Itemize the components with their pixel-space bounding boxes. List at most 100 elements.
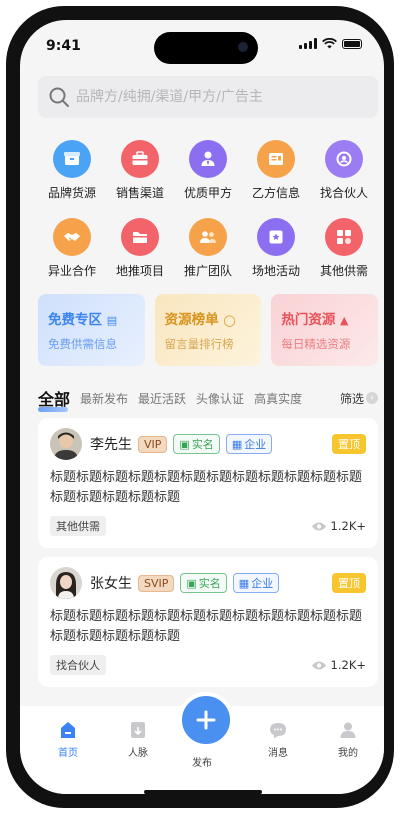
category-brand-supply[interactable]: 品牌货源 bbox=[38, 140, 106, 208]
plus-icon bbox=[196, 710, 216, 730]
bottom-tab-bar: 首页 人脉 发布 消息 我的 bbox=[20, 692, 384, 794]
contacts-icon bbox=[131, 722, 145, 738]
tab-all[interactable]: 全部 bbox=[38, 386, 70, 412]
eye-icon bbox=[311, 522, 326, 530]
fire-icon: ▲ bbox=[340, 314, 349, 327]
category-venue-events[interactable]: 场地活动 bbox=[242, 218, 310, 286]
category-label: 乙方信息 bbox=[251, 186, 300, 200]
vip-badge: VIP bbox=[138, 435, 168, 453]
post-card[interactable]: 李先生 VIP ▣ 实名 ▦ 企业 置顶 标题标题标题标题标题标题标题标题标题标题标… bbox=[38, 418, 378, 548]
publish-label: 发布 bbox=[192, 758, 212, 769]
category-ground-promotion[interactable]: 地推项目 bbox=[106, 218, 174, 286]
category-quality-client[interactable]: 优质甲方 bbox=[174, 140, 242, 208]
view-count-value: 1.2K+ bbox=[330, 658, 366, 672]
folder-icon bbox=[121, 218, 159, 256]
view-count: 1.2K+ bbox=[311, 519, 366, 533]
status-bar: 9:41 bbox=[20, 20, 384, 66]
category-label: 地推项目 bbox=[115, 264, 164, 278]
tab-avatar-verified[interactable]: 头像认证 bbox=[196, 390, 244, 407]
id-card-icon bbox=[257, 140, 295, 178]
tab-home[interactable]: 首页 bbox=[38, 720, 98, 759]
tab-label: 我的 bbox=[338, 748, 358, 759]
verified-badge: ▣ 实名 bbox=[180, 573, 227, 593]
avatar[interactable] bbox=[50, 567, 82, 599]
handshake-icon bbox=[53, 218, 91, 256]
home-icon bbox=[61, 722, 75, 738]
filter-button[interactable]: 筛选 › bbox=[340, 390, 378, 407]
tab-recent-active[interactable]: 最近活跃 bbox=[138, 390, 186, 407]
card-title-row: 资源榜单 ◯ bbox=[165, 308, 252, 328]
post-title: 标题标题标题标题标题标题标题标题标题标题标题标题标题标题标题标题标题 bbox=[50, 470, 363, 505]
camera-icon bbox=[238, 42, 248, 52]
hot-resource-card[interactable]: 热门资源 ▲ 每日精选资源 bbox=[271, 294, 379, 366]
post-footer: 其他供需 1.2K+ bbox=[50, 516, 366, 536]
category-party-b-info[interactable]: 乙方信息 bbox=[242, 140, 310, 208]
apps-icon bbox=[325, 218, 363, 256]
tab-high-authenticity[interactable]: 高真实度 bbox=[254, 390, 302, 407]
enterprise-badge: ▦ 企业 bbox=[225, 434, 273, 454]
tab-network[interactable]: 人脉 bbox=[108, 720, 168, 759]
enterprise-label: 企业 bbox=[244, 438, 267, 451]
search-bar[interactable] bbox=[38, 76, 378, 118]
publish-button[interactable] bbox=[178, 692, 234, 748]
category-label: 优质甲方 bbox=[183, 186, 232, 200]
post-header: 张女生 SVIP ▣ 实名 ▦ 企业 置顶 bbox=[50, 567, 366, 599]
category-grid: 品牌货源 销售渠道 优质甲方 乙方信息 找合伙人 异业合作 地推项目 推广团队 bbox=[38, 140, 378, 286]
user-icon bbox=[340, 722, 356, 738]
post-header: 李先生 VIP ▣ 实名 ▦ 企业 置顶 bbox=[50, 428, 366, 460]
post-card[interactable]: 张女生 SVIP ▣ 实名 ▦ 企业 置顶 标题标题标题标题标题标题标题标题标题标题… bbox=[38, 557, 378, 687]
tab-label: 消息 bbox=[268, 748, 288, 759]
person-tie-icon bbox=[189, 140, 227, 178]
book-icon: ▤ bbox=[106, 314, 118, 327]
card-title: 热门资源 bbox=[281, 312, 336, 328]
building-icon: ▦ bbox=[231, 437, 243, 451]
tab-label: 人脉 bbox=[128, 748, 148, 759]
dynamic-island bbox=[154, 32, 258, 64]
briefcase-icon bbox=[121, 140, 159, 178]
enterprise-label: 企业 bbox=[251, 577, 274, 590]
resource-ranking-card[interactable]: 资源榜单 ◯ 留言量排行榜 bbox=[154, 294, 262, 366]
filter-label: 筛选 bbox=[339, 391, 364, 406]
system-icons bbox=[299, 38, 362, 49]
category-promo-team[interactable]: 推广团队 bbox=[174, 218, 242, 286]
category-cross-industry[interactable]: 异业合作 bbox=[38, 218, 106, 286]
avatar[interactable] bbox=[50, 428, 82, 460]
category-other-supply[interactable]: 其他供需 bbox=[310, 218, 378, 286]
card-subtitle: 免费供需信息 bbox=[48, 337, 117, 351]
search-icon bbox=[49, 87, 69, 107]
status-time: 9:41 bbox=[46, 38, 81, 54]
category-label: 场地活动 bbox=[251, 264, 300, 278]
phone-frame: 9:41 品牌货源 销售渠道 优质甲方 乙方信息 找合伙人 bbox=[6, 6, 394, 808]
tab-latest[interactable]: 最新发布 bbox=[80, 390, 128, 407]
tab-messages[interactable]: 消息 bbox=[248, 720, 308, 759]
promo-cards: 免费专区 ▤ 免费供需信息 资源榜单 ◯ 留言量排行榜 热门资源 ▲ 每日精选资… bbox=[38, 294, 379, 366]
category-label: 异业合作 bbox=[47, 264, 96, 278]
enterprise-badge: ▦ 企业 bbox=[232, 573, 280, 593]
category-tag[interactable]: 找合伙人 bbox=[50, 655, 106, 675]
category-find-partner[interactable]: 找合伙人 bbox=[310, 140, 378, 208]
free-zone-card[interactable]: 免费专区 ▤ 免费供需信息 bbox=[38, 294, 145, 366]
user-name[interactable]: 张女生 bbox=[90, 573, 132, 593]
post-title: 标题标题标题标题标题标题标题标题标题标题标题标题标题标题标题标题标题 bbox=[50, 609, 363, 644]
box-icon bbox=[53, 140, 91, 178]
view-count-value: 1.2K+ bbox=[330, 519, 366, 533]
category-sales-channel[interactable]: 销售渠道 bbox=[106, 140, 174, 208]
pinned-badge: 置顶 bbox=[332, 573, 366, 593]
pinned-badge: 置顶 bbox=[332, 434, 366, 454]
view-count: 1.2K+ bbox=[311, 658, 366, 672]
category-label: 品牌货源 bbox=[47, 186, 96, 200]
card-subtitle: 留言量排行榜 bbox=[164, 337, 234, 351]
tab-mine[interactable]: 我的 bbox=[318, 720, 378, 759]
svip-badge: SVIP bbox=[138, 574, 175, 592]
post-footer: 找合伙人 1.2K+ bbox=[50, 655, 366, 675]
signal-icon bbox=[299, 38, 317, 49]
search-input[interactable] bbox=[74, 88, 358, 106]
chevron-right-icon: › bbox=[366, 392, 378, 404]
user-name[interactable]: 李先生 bbox=[90, 434, 132, 454]
verified-badge: ▣ 实名 bbox=[173, 434, 220, 454]
category-tag[interactable]: 其他供需 bbox=[50, 516, 106, 536]
category-label: 找合伙人 bbox=[319, 186, 368, 200]
chat-icon bbox=[270, 723, 286, 739]
battery-icon bbox=[342, 38, 362, 49]
shield-icon: ▣ bbox=[179, 437, 190, 451]
